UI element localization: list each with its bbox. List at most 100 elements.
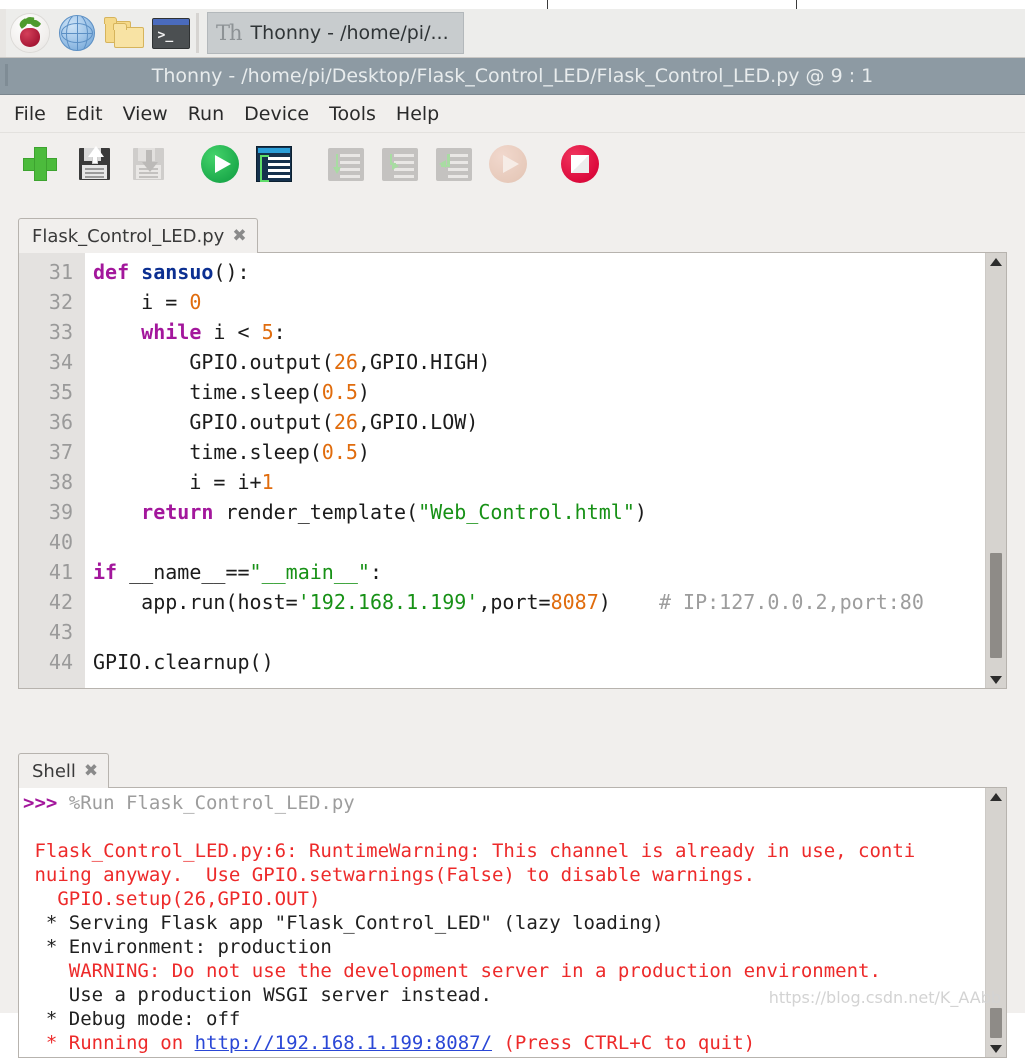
shell-line: nuing anyway. Use GPIO.setwarnings(False… — [23, 863, 1006, 887]
line-number: 43 — [48, 620, 73, 644]
editor-tab-flask-control-led[interactable]: Flask_Control_LED.py ✖ — [18, 218, 258, 253]
stop-icon — [561, 145, 599, 183]
token: i = — [93, 290, 190, 314]
debug-icon — [256, 146, 292, 182]
taskbar-window-thonny[interactable]: Th Thonny - /home/pi/... — [207, 12, 464, 54]
token: 1 — [261, 470, 274, 494]
shell-line: >>> %Run Flask_Control_LED.py — [23, 791, 1006, 815]
shell-line: * Running on http://192.168.1.199:8087/ … — [23, 1031, 1006, 1055]
terminal-icon[interactable]: >_ — [147, 10, 194, 57]
token: 5 — [261, 320, 274, 344]
shell-tab[interactable]: Shell ✖ — [18, 753, 110, 788]
code-editor[interactable]: 31 def sansuo(): 32 i = 0 33 while i < 5: 34… — [18, 253, 1007, 689]
shell-tabstrip: Shell ✖ — [18, 752, 1007, 788]
token: "Web_Control.html" — [418, 500, 635, 524]
shell-line-text: nuing anyway. Use GPIO.setwarnings(False… — [23, 864, 755, 886]
line-number: 35 — [48, 380, 73, 404]
line-number: 39 — [48, 500, 73, 524]
token: GPIO.setup(26,GPIO.OUT) — [23, 888, 321, 910]
menu-tools[interactable]: Tools — [327, 101, 378, 127]
token: 26 — [333, 350, 358, 374]
scroll-down-icon[interactable] — [986, 671, 1006, 688]
line-number: 38 — [48, 470, 73, 494]
code-line: 36 GPIO.output(26,GPIO.LOW) — [19, 407, 1006, 437]
play-circle-icon — [201, 145, 239, 183]
shell-line: Use a production WSGI server instead. — [23, 983, 1006, 1007]
token: def — [93, 260, 142, 284]
shell-console[interactable]: >>> %Run Flask_Control_LED.py Flask_Cont… — [18, 788, 1007, 1058]
token: if — [93, 560, 118, 584]
code-line: 38 i = i+1 — [19, 467, 1006, 497]
code-line: 41 if __name__=="__main__": — [19, 557, 1006, 587]
token[interactable]: http://192.168.1.199:8087/ — [195, 1032, 492, 1054]
code-line: 32 i = 0 — [19, 287, 1006, 317]
code-line-text: time.sleep(0.5) — [93, 437, 370, 467]
load-button — [124, 140, 172, 188]
token: * Running on — [23, 1032, 195, 1054]
token: Flask_Control_LED.py:6: RuntimeWarning: … — [23, 840, 916, 862]
debug-button[interactable] — [250, 140, 298, 188]
shell-line-text: * Running on http://192.168.1.199:8087/ … — [23, 1032, 755, 1054]
screen: >_ Th Thonny - /home/pi/... Thonny - /ho… — [0, 0, 1025, 1058]
menu-run[interactable]: Run — [186, 101, 226, 127]
token: i < — [201, 320, 262, 344]
code-text[interactable]: 31 def sansuo(): 32 i = 0 33 while i < 5: 34… — [19, 253, 1006, 688]
toolbar — [0, 133, 1025, 195]
token: %Run Flask_Control_LED.py — [68, 792, 355, 814]
terminal-prompt-glyph: >_ — [157, 27, 174, 43]
terminal-titlebar — [152, 18, 189, 25]
floppy-load-icon — [132, 148, 164, 180]
line-number: 34 — [48, 350, 73, 374]
scroll-down-icon[interactable] — [986, 1040, 1006, 1057]
editor-vertical-scrollbar[interactable] — [985, 253, 1006, 688]
scrollbar-thumb[interactable] — [990, 553, 1002, 658]
token: sansuo — [141, 260, 214, 284]
web-browser-icon[interactable] — [53, 10, 100, 57]
menu-view[interactable]: View — [121, 101, 170, 127]
step-into-icon — [382, 147, 418, 181]
line-number: 40 — [48, 530, 73, 554]
scrollbar-track[interactable] — [986, 805, 1006, 1040]
run-button[interactable] — [196, 140, 244, 188]
token: ) — [357, 440, 370, 464]
shell-line-text: * Debug mode: off — [23, 1008, 240, 1030]
scroll-up-icon[interactable] — [986, 253, 1006, 270]
token: 8087 — [550, 590, 599, 614]
token: * Serving Flask app "Flask_Control_LED" … — [23, 912, 664, 934]
shell-line-text: >>> %Run Flask_Control_LED.py — [23, 792, 355, 814]
menu-help[interactable]: Help — [394, 101, 441, 127]
token: : — [369, 560, 383, 584]
resume-icon — [489, 145, 527, 183]
token: 0.5 — [321, 380, 358, 404]
menu-edit[interactable]: Edit — [64, 101, 105, 127]
code-line: 40 — [19, 527, 1006, 557]
code-line: 34 GPIO.output(26,GPIO.HIGH) — [19, 347, 1006, 377]
code-line-text: i = i+1 — [93, 467, 274, 497]
editor-tab-label: Flask_Control_LED.py — [32, 225, 225, 247]
token: 0.5 — [321, 440, 358, 464]
close-icon[interactable]: ✖ — [232, 227, 246, 245]
scroll-up-icon[interactable] — [986, 788, 1006, 805]
stop-button[interactable] — [556, 140, 604, 188]
save-button[interactable] — [70, 140, 118, 188]
code-line: 37 time.sleep(0.5) — [19, 437, 1006, 467]
folder-front — [113, 23, 144, 48]
code-line-text: i = 0 — [93, 287, 201, 317]
token: ,GPIO.HIGH) — [357, 350, 491, 374]
token: GPIO.output( — [93, 350, 334, 374]
token: app.run(host= — [93, 590, 298, 614]
close-icon[interactable]: ✖ — [84, 762, 98, 780]
token: return — [141, 500, 214, 524]
shell-output[interactable]: >>> %Run Flask_Control_LED.py Flask_Cont… — [19, 788, 1006, 1057]
step-into-button — [376, 140, 424, 188]
raspberry-menu-icon[interactable] — [6, 10, 53, 57]
new-file-button[interactable] — [16, 140, 64, 188]
globe-meridian — [65, 16, 88, 50]
menu-file[interactable]: File — [12, 101, 48, 127]
code-line: 43 — [19, 617, 1006, 647]
menu-device[interactable]: Device — [242, 101, 311, 127]
file-manager-icon[interactable] — [100, 10, 147, 57]
token: ) — [357, 380, 370, 404]
shell-vertical-scrollbar[interactable] — [985, 788, 1006, 1057]
